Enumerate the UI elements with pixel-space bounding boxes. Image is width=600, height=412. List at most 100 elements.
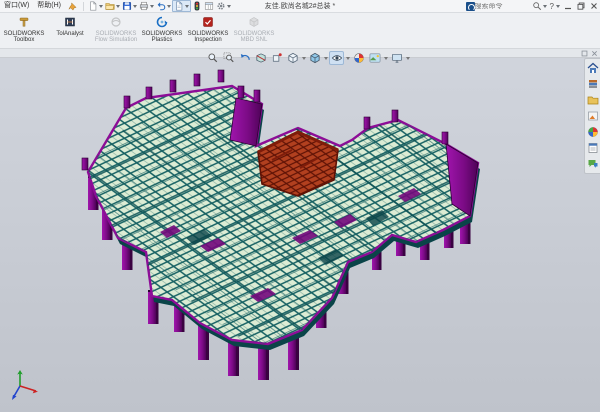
addin-label: MBD SNL <box>231 37 277 43</box>
save-button[interactable] <box>121 0 138 12</box>
tolanalyst-icon <box>64 16 76 28</box>
file-properties-button[interactable] <box>172 0 191 12</box>
help-button[interactable]: ? <box>548 0 561 12</box>
central-column-block[interactable] <box>230 98 262 146</box>
view-palette-tab[interactable] <box>586 109 600 123</box>
view-settings-button[interactable] <box>389 51 404 65</box>
rebuild-button[interactable] <box>191 0 203 12</box>
addin-label: Flow Simulation <box>93 37 139 43</box>
edit-appearance-button[interactable] <box>351 51 366 65</box>
addin-label: Inspection <box>185 37 231 43</box>
plastics-icon <box>156 16 168 28</box>
magnifier-icon <box>532 1 542 11</box>
help-label: ? <box>550 2 554 11</box>
formwork-slab[interactable] <box>88 86 478 344</box>
rebuild-traffic-light-icon <box>192 1 202 11</box>
command-search[interactable] <box>466 1 527 12</box>
addin-flow-simulation[interactable]: SOLIDWORKS Flow Simulation <box>93 15 139 43</box>
zoom-to-area-button[interactable] <box>221 51 236 65</box>
search-input[interactable] <box>475 3 527 10</box>
search-magnifier-button[interactable] <box>531 0 548 12</box>
appearance-ball-icon <box>353 52 365 64</box>
section-view-button[interactable] <box>253 51 268 65</box>
home-icon <box>587 62 599 74</box>
file-explorer-tab[interactable] <box>586 93 600 107</box>
minimize-icon <box>564 2 572 10</box>
document-properties-icon <box>174 1 184 11</box>
addin-mbd-snl[interactable]: SOLIDWORKS MBD SNL <box>231 15 277 43</box>
dropdown-caret <box>543 5 547 8</box>
solidworks-forum-tab[interactable] <box>586 157 600 171</box>
flow-simulation-icon <box>110 16 122 28</box>
picture-icon <box>587 110 599 122</box>
restore-icon <box>577 2 585 10</box>
titlebar: 窗口(W) 帮助(H) <box>0 0 600 13</box>
display-style-button[interactable] <box>307 51 322 65</box>
graphics-area[interactable] <box>0 58 600 412</box>
open-folder-icon <box>105 1 115 11</box>
pin-icon[interactable] <box>68 2 77 11</box>
menu-window[interactable]: 窗口(W) <box>0 0 33 12</box>
appearances-scenes-tab[interactable] <box>586 125 600 139</box>
selection-table-button[interactable] <box>203 0 215 12</box>
document-restore-icon[interactable] <box>581 50 588 57</box>
dropdown-caret[interactable] <box>346 57 350 60</box>
dropdown-caret <box>556 5 560 8</box>
restore-button[interactable] <box>574 0 587 12</box>
addin-toolbox[interactable]: SOLIDWORKS Toolbox <box>1 15 47 43</box>
undo-arrow-icon <box>156 1 166 11</box>
open-button[interactable] <box>104 0 121 12</box>
addin-inspection[interactable]: SOLIDWORKS Inspection <box>185 15 231 43</box>
toolbar-separator <box>83 2 84 11</box>
dropdown-caret[interactable] <box>406 57 410 60</box>
task-pane <box>584 58 600 174</box>
eye-icon <box>331 52 343 64</box>
apply-scene-button[interactable] <box>367 51 382 65</box>
previous-view-button[interactable] <box>237 51 252 65</box>
addin-tolanalyst[interactable]: TolAnalyst <box>47 15 93 37</box>
dropdown-caret <box>185 5 189 8</box>
dynamic-annotation-button[interactable] <box>269 51 284 65</box>
print-button[interactable] <box>138 0 155 12</box>
mbd-icon <box>248 16 260 28</box>
dropdown-caret[interactable] <box>302 57 306 60</box>
document-close-icon[interactable] <box>591 50 598 57</box>
table-icon <box>204 1 214 11</box>
dropdown-caret[interactable] <box>384 57 388 60</box>
minimize-button[interactable] <box>561 0 574 12</box>
solidworks-window: 窗口(W) 帮助(H) <box>0 0 600 412</box>
new-button[interactable] <box>87 0 104 12</box>
form-icon <box>587 142 599 154</box>
zoom-to-fit-button[interactable] <box>205 51 220 65</box>
heads-up-view-toolbar <box>205 51 410 65</box>
dropdown-caret[interactable] <box>324 57 328 60</box>
gear-icon <box>216 1 226 11</box>
folder-icon <box>587 94 599 106</box>
color-ball-icon <box>587 126 599 138</box>
monitor-icon <box>391 52 403 64</box>
solidworks-resources-tab[interactable] <box>586 61 600 75</box>
zoom-to-area-icon <box>223 52 235 64</box>
addin-plastics[interactable]: SOLIDWORKS Plastics <box>139 15 185 43</box>
undo-button[interactable] <box>155 0 172 12</box>
inspection-icon <box>202 16 214 28</box>
dropdown-caret <box>99 5 103 8</box>
dropdown-caret <box>133 5 137 8</box>
options-button[interactable] <box>215 0 232 12</box>
addins-ribbon: SOLIDWORKS Toolbox TolAnalyst SOLIDWORKS… <box>0 13 600 49</box>
design-library-tab[interactable] <box>586 77 600 91</box>
formwork-model[interactable] <box>0 58 600 412</box>
books-icon <box>587 78 599 90</box>
annotation-views-icon <box>271 52 283 64</box>
display-style-cube-icon <box>309 52 321 64</box>
close-button[interactable] <box>587 0 600 12</box>
custom-properties-tab[interactable] <box>586 141 600 155</box>
menu-help[interactable]: 帮助(H) <box>33 0 65 12</box>
solidworks-search-logo-icon <box>466 2 475 11</box>
section-view-icon <box>255 52 267 64</box>
orientation-triad <box>4 366 48 406</box>
addin-label: Toolbox <box>1 37 47 43</box>
view-orientation-button[interactable] <box>285 51 300 65</box>
close-icon <box>590 2 598 10</box>
hide-show-items-button[interactable] <box>329 51 344 65</box>
